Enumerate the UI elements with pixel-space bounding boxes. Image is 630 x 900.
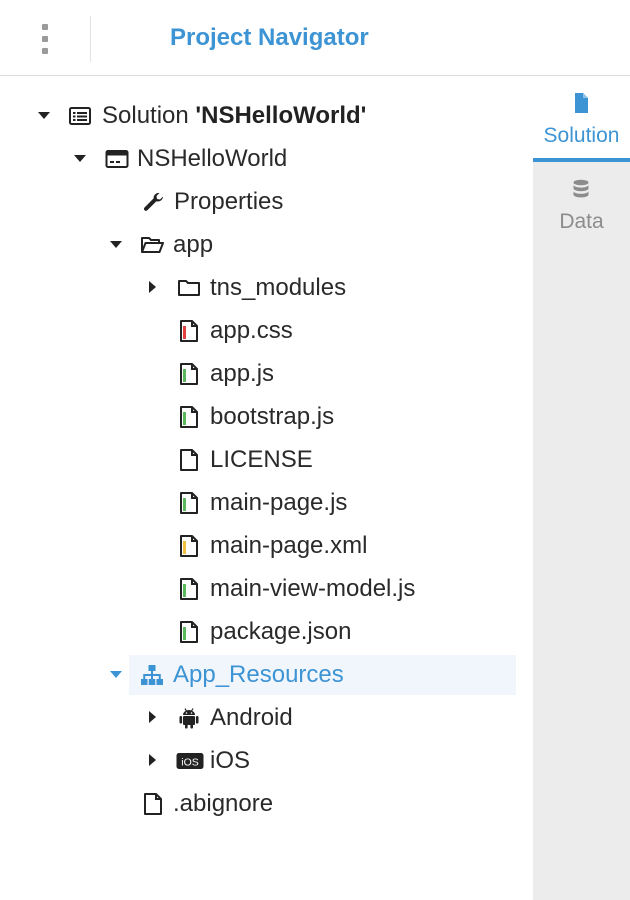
tree-item-label: Properties (174, 188, 284, 215)
file-icon (141, 792, 165, 816)
tree-item-tns-modules[interactable]: tns_modules (0, 267, 533, 309)
panel-title: Project Navigator (170, 24, 369, 51)
tree-item-label: bootstrap.js (210, 403, 335, 430)
tree-item-android[interactable]: Android (0, 697, 533, 739)
sitemap-icon (140, 663, 164, 687)
tab-label: Solution (543, 124, 620, 147)
tree-item-main-page-js[interactable]: main-page.js (0, 482, 533, 524)
folder-open-icon (140, 233, 164, 257)
tree-item-label: Android (210, 704, 293, 731)
database-icon (569, 178, 593, 202)
tree-item-abignore[interactable]: .abignore (0, 783, 533, 825)
tree-item-main-page-xml[interactable]: main-page.xml (0, 525, 533, 567)
file-icon (177, 448, 201, 472)
js-file-icon (177, 405, 201, 429)
wrench-icon (142, 190, 166, 214)
tree-item-label: App_Resources (173, 661, 344, 688)
tree-item-label: main-view-model.js (210, 575, 416, 602)
tree-item-label: main-page.js (210, 489, 348, 516)
tree-item-label: app (173, 231, 214, 258)
header-divider (90, 16, 91, 62)
document-icon (569, 92, 593, 116)
tree-item-label: NSHelloWorld (137, 145, 288, 172)
xml-file-icon (177, 534, 201, 558)
navigator-header: Project Navigator (0, 0, 630, 76)
tree-item-label: .abignore (173, 790, 274, 817)
js-file-icon (177, 362, 201, 386)
tree-item-label: LICENSE (210, 446, 313, 473)
tree-item-package-json[interactable]: package.json (0, 611, 533, 653)
tree-item-solution[interactable]: Solution 'NSHelloWorld' (0, 95, 533, 137)
tree-item-label: tns_modules (210, 274, 347, 301)
collapse-caret-icon[interactable] (142, 750, 162, 770)
tree-item-label: package.json (210, 618, 352, 645)
tree-item-label: app.css (210, 317, 293, 344)
tree-item-bootstrap-js[interactable]: bootstrap.js (0, 396, 533, 438)
side-tab-bar: Solution Data (533, 76, 630, 900)
tree-item-main-view-model-js[interactable]: main-view-model.js (0, 568, 533, 610)
tree-item-label: app.js (210, 360, 275, 387)
collapse-caret-icon[interactable] (142, 277, 162, 297)
solution-list-icon (68, 104, 92, 128)
tree-item-project[interactable]: NSHelloWorld (0, 138, 533, 180)
collapse-caret-icon[interactable] (142, 707, 162, 727)
android-icon (177, 706, 201, 730)
json-file-icon (177, 620, 201, 644)
tree-item-properties[interactable]: Properties (0, 181, 533, 223)
tree-item-app-resources[interactable]: App_Resources (0, 654, 533, 696)
css-file-icon (177, 319, 201, 343)
project-tree: Solution 'NSHelloWorld' NSHelloWorld Pro… (0, 76, 533, 900)
js-file-icon (177, 577, 201, 601)
solution-prefix: Solution (102, 102, 196, 129)
tree-item-app-css[interactable]: app.css (0, 310, 533, 352)
folder-icon (177, 276, 201, 300)
tree-item-label: iOS (210, 747, 251, 774)
ios-badge-text: iOS (181, 756, 199, 768)
tree-item-label: main-page.xml (210, 532, 368, 559)
tree-item-app[interactable]: app (0, 224, 533, 266)
solution-name: 'NSHelloWorld' (195, 102, 367, 129)
tree-item-ios[interactable]: iOS iOS (0, 740, 533, 782)
tab-solution[interactable]: Solution (533, 76, 630, 162)
kebab-menu-icon[interactable] (38, 24, 52, 54)
tab-label: Data (559, 210, 604, 233)
tab-data[interactable]: Data (533, 162, 630, 248)
expand-caret-icon[interactable] (70, 148, 90, 168)
expand-caret-icon[interactable] (106, 234, 126, 254)
tree-item-label: Solution 'NSHelloWorld' (102, 101, 366, 131)
tree-item-license[interactable]: LICENSE (0, 439, 533, 481)
expand-caret-icon[interactable] (106, 664, 126, 684)
project-window-icon (105, 147, 129, 171)
ios-badge-icon: iOS (176, 749, 204, 773)
tree-item-app-js[interactable]: app.js (0, 353, 533, 395)
expand-caret-icon[interactable] (34, 105, 54, 125)
js-file-icon (177, 491, 201, 515)
